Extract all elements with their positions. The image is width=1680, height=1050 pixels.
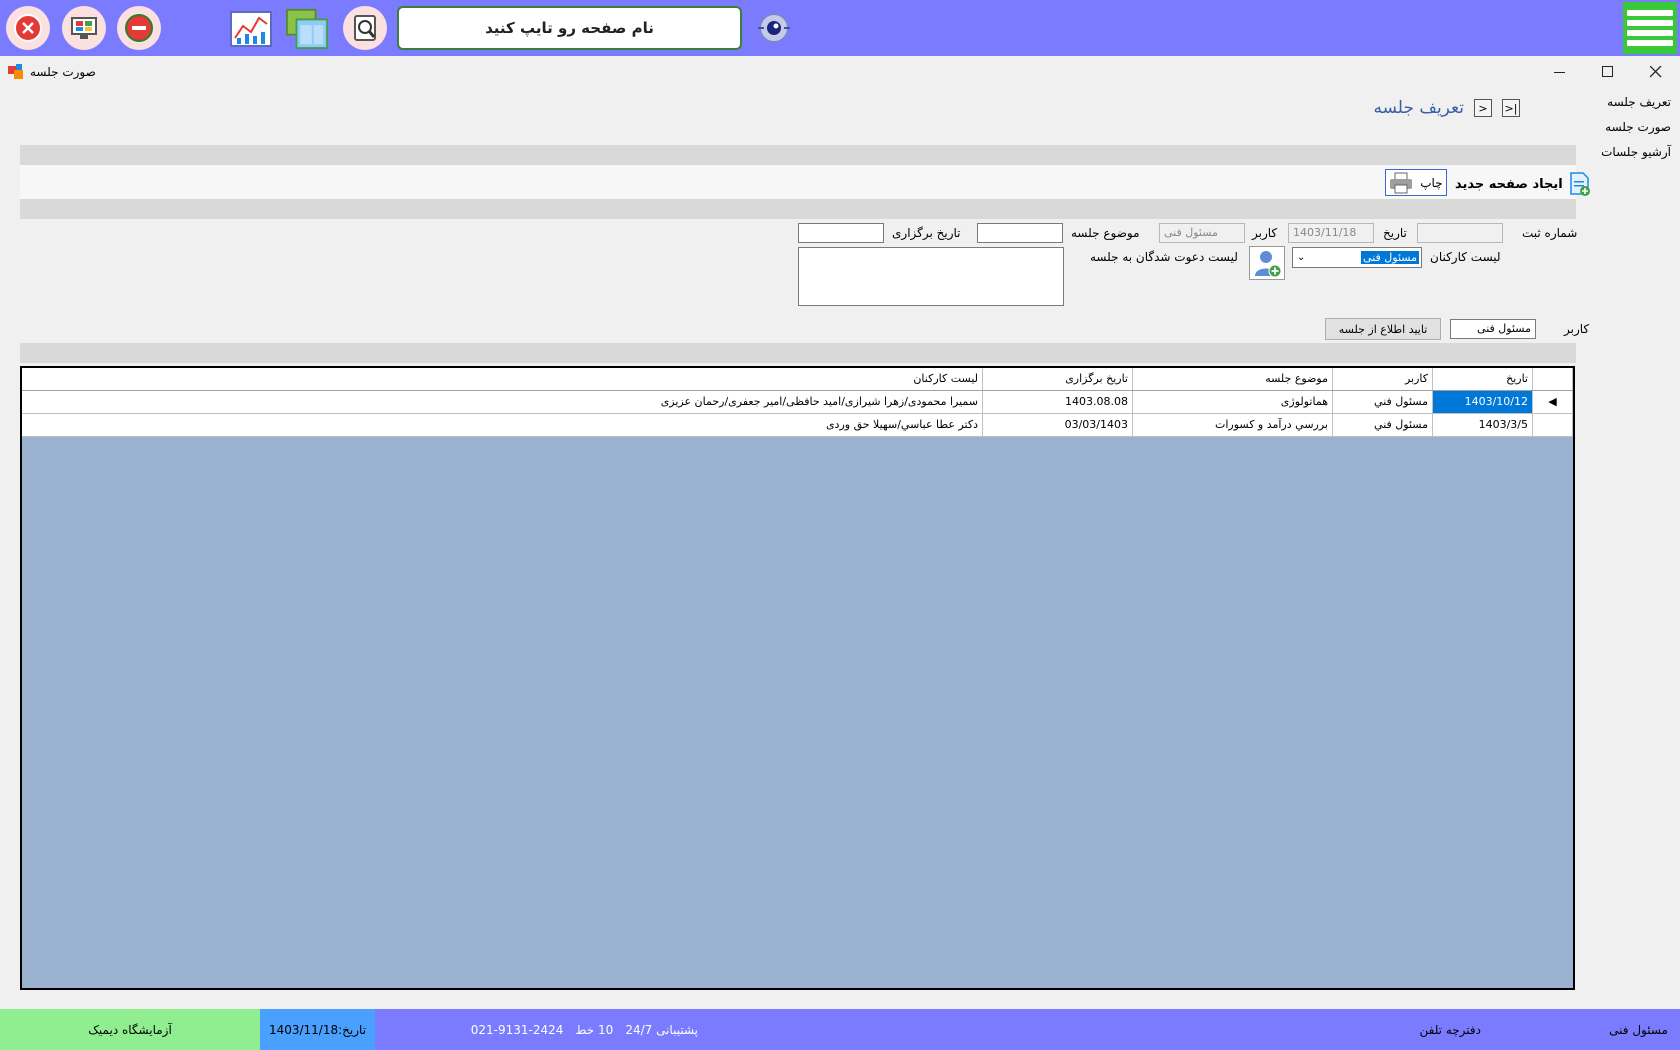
invited-label: لیست دعوت شدگان به جلسه [1090,250,1238,264]
hold-date-field[interactable] [798,223,884,243]
minimize-button[interactable] [1540,60,1580,84]
support-lines: 10 خط [575,1022,614,1037]
form-top-band [20,199,1576,219]
print-label: چاپ [1420,175,1443,190]
table-header-row: تاریخ کاربر موضوع جلسه تاریخ برگزاری لیس… [22,368,1573,391]
cell-hold-date[interactable]: 03/03/1403 [982,413,1133,437]
support-label: پشتیبانی 24/7 [625,1022,698,1037]
header-band [20,145,1576,165]
cell-hold-date[interactable]: 1403.08.08 [982,390,1133,414]
status-date: تاریخ:1403/11/18 [260,1009,375,1050]
staff-list-label: لیست کارکنان [1430,250,1501,264]
cell-user[interactable]: مسئول فني [1332,413,1433,437]
reg-no-field[interactable] [1417,223,1503,243]
current-row-arrow-icon: ◀ [1532,390,1573,414]
meetings-table: تاریخ کاربر موضوع جلسه تاریخ برگزاری لیس… [22,368,1573,437]
user-label: کاربر [1252,226,1278,240]
cell-topic[interactable]: هماتولوژی [1132,390,1333,414]
staff-dropdown[interactable]: مسئول فنی ⌄ [1292,247,1422,268]
sidenav-item-define-meeting[interactable]: تعریف جلسه [1585,90,1677,115]
close-button[interactable] [1636,60,1676,84]
staff-selected: مسئول فنی [1361,251,1419,264]
grid-top-band [20,343,1576,363]
topic-label: موضوع جلسه [1071,226,1140,240]
col-header-hold-date[interactable]: تاریخ برگزاری [982,368,1133,391]
new-page-button[interactable]: ایجاد صفحه جدید [1455,172,1591,196]
meeting-form: شماره ثبت تاریخ 1403/11/18 کاربر مسئول ف… [20,219,1589,343]
cell-staff[interactable]: سمیرا محمودی/زهرا شیرازی/امید حافظی/امیر… [22,390,983,414]
hamburger-menu-icon[interactable] [1623,2,1677,54]
window-title: صورت جلسه [8,64,96,80]
add-person-button[interactable] [1249,246,1285,280]
nav-first-icon[interactable]: |< [1502,99,1520,117]
cell-topic[interactable]: بررسي درآمد و کسورات [1132,413,1333,437]
meetings-grid: تاریخ کاربر موضوع جلسه تاریخ برگزاری لیس… [20,366,1575,990]
date-label: تاریخ [1383,226,1407,240]
new-page-label: ایجاد صفحه جدید [1455,176,1563,192]
page-header: |< < تعریف جلسه [1370,95,1520,121]
side-navigation: تعریف جلسه صورت جلسه آرشیو جلسات [1585,90,1677,165]
nav-prev-icon[interactable]: < [1474,99,1492,117]
status-bar: مسئول فنی دفترچه تلفن پشتیبانی 24/7 10 خ… [0,1009,1680,1050]
col-header-date[interactable]: تاریخ [1432,368,1533,391]
eye-icon[interactable] [752,6,796,50]
search-doc-icon[interactable] [343,6,387,50]
page-search-input[interactable]: نام صفحه رو تایپ کنید [397,6,742,50]
windows-icon[interactable] [285,6,329,50]
new-document-icon [1570,172,1590,196]
chart-report-icon[interactable] [229,6,273,50]
support-phone: 021-9131-2424 [470,1022,564,1037]
lab-name: آزمایشگاه دیمیک [0,1009,260,1050]
maximize-button[interactable] [1588,60,1628,84]
add-user-icon [1255,251,1282,278]
table-row[interactable]: 1403/3/5 مسئول فني بررسي درآمد و کسورات … [22,413,1573,437]
minimize-icon [1554,72,1565,73]
close-icon [1650,66,1662,78]
col-header-user[interactable]: کاربر [1332,368,1433,391]
cell-staff[interactable]: دکتر عطا عباسي/سهيلا حق وردی [22,413,983,437]
user-field[interactable]: مسئول فنی [1159,223,1245,243]
cell-date[interactable]: 1403/10/12 [1432,390,1533,414]
top-toolbar: نام صفحه رو تایپ کنید [0,0,1680,56]
cell-date[interactable]: 1403/3/5 [1432,413,1533,437]
window-titlebar: صورت جلسه [0,56,1680,88]
print-button[interactable]: چاپ [1385,169,1447,196]
action-toolbar [20,165,1576,199]
window-title-text: صورت جلسه [30,65,96,79]
support-info: پشتیبانی 24/7 10 خط 021-9131-2424 [378,1009,698,1050]
confirm-meeting-button[interactable]: تایید اطلاع از جلسه [1325,318,1441,340]
row-header-corner [1532,368,1573,391]
sidenav-item-archive[interactable]: آرشیو جلسات [1585,140,1677,165]
app-logo-icon [8,64,23,79]
topic-field[interactable] [977,223,1063,243]
date-field[interactable]: 1403/11/18 [1288,223,1374,243]
col-header-staff[interactable]: لیست کارکنان [22,368,983,391]
maximize-icon [1602,66,1613,77]
close-circle-icon[interactable] [6,6,50,50]
reg-no-label: شماره ثبت [1522,226,1578,240]
col-header-topic[interactable]: موضوع جلسه [1132,368,1333,391]
filter-user-field[interactable]: مسئول فنی [1450,319,1536,339]
page-title: تعریف جلسه [1373,98,1464,118]
table-row[interactable]: ◀ 1403/10/12 مسئول فني هماتولوژی 1403.08… [22,390,1573,414]
chevron-down-icon: ⌄ [1297,252,1306,263]
row-header [1532,413,1573,437]
monitor-icon[interactable] [62,6,106,50]
phonebook-link[interactable]: دفترچه تلفن [1401,1009,1481,1050]
cell-user[interactable]: مسئول فني [1332,390,1433,414]
hold-date-label: تاریخ برگزاری [892,226,961,240]
status-user: مسئول فنی [1609,1022,1668,1037]
sidenav-item-minutes[interactable]: صورت جلسه [1585,115,1677,140]
invited-list[interactable] [798,247,1064,306]
printer-icon [1390,172,1413,193]
filter-user-label: کاربر [1564,322,1590,336]
minus-circle-icon[interactable] [117,6,161,50]
